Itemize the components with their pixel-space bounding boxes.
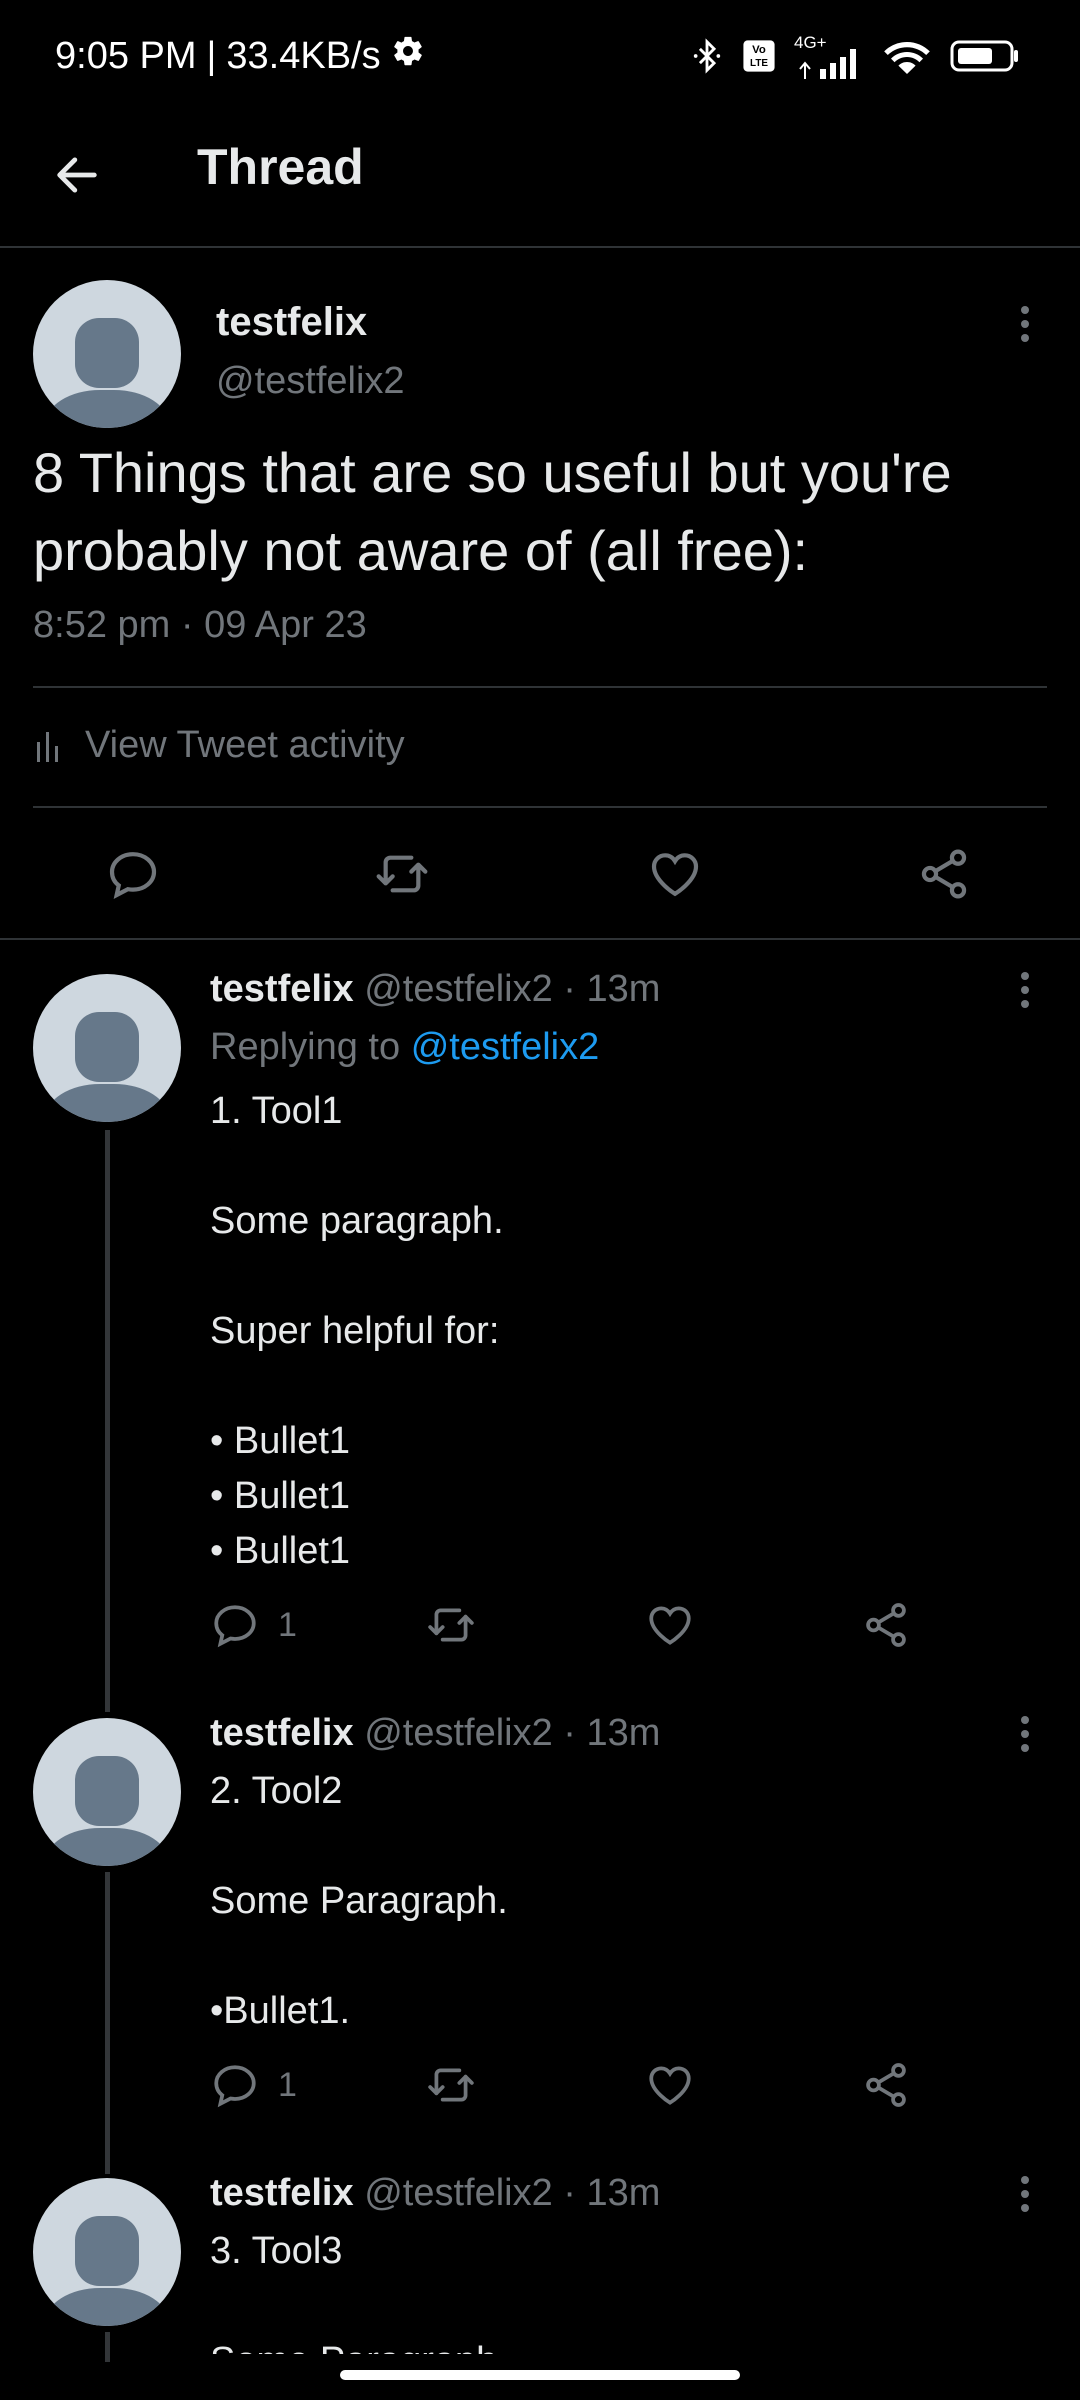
default-profile-icon bbox=[45, 318, 169, 428]
more-vertical-icon bbox=[1021, 306, 1029, 342]
tweet-time: · 13m bbox=[563, 1712, 661, 1754]
share-button[interactable] bbox=[916, 846, 972, 902]
thread-connector bbox=[105, 1130, 110, 1712]
reply-meta: testfelix @testfelix2 · 13m bbox=[210, 2172, 660, 2215]
analytics-icon bbox=[37, 731, 58, 762]
reply-count: 1 bbox=[278, 1605, 297, 1644]
battery-icon bbox=[950, 38, 1020, 79]
reply-icon bbox=[214, 1605, 256, 1648]
divider bbox=[33, 686, 1047, 688]
share-button[interactable] bbox=[861, 2060, 911, 2110]
retweet-icon bbox=[428, 2068, 474, 2102]
tweet-text: 8 Things that are so useful but you're p… bbox=[33, 441, 952, 582]
author-handle[interactable]: @testfelix2 bbox=[364, 2172, 553, 2214]
reply-count: 1 bbox=[278, 2065, 297, 2104]
default-profile-icon bbox=[45, 2216, 169, 2326]
retweet-button[interactable] bbox=[424, 1600, 478, 1650]
more-vertical-icon bbox=[1021, 2176, 1029, 2212]
arrow-left-icon bbox=[57, 157, 97, 193]
reply-icon bbox=[109, 852, 157, 899]
heart-icon bbox=[649, 2066, 691, 2105]
status-right: Vo LTE 4G+ bbox=[690, 33, 1020, 81]
like-button[interactable] bbox=[647, 846, 703, 902]
author-name[interactable]: testfelix bbox=[210, 1712, 354, 1754]
svg-text:LTE: LTE bbox=[750, 58, 768, 69]
more-options-button[interactable] bbox=[1005, 1704, 1045, 1764]
reply-meta: testfelix @testfelix2 · 13m bbox=[210, 1712, 660, 1755]
reply-icon bbox=[214, 2065, 256, 2108]
like-button[interactable] bbox=[645, 2060, 695, 2110]
author-name[interactable]: testfelix bbox=[210, 2172, 354, 2214]
replying-to-label: Replying to bbox=[210, 1026, 401, 1068]
status-separator: | bbox=[206, 34, 217, 77]
more-options-button[interactable] bbox=[1005, 2164, 1045, 2224]
like-button[interactable] bbox=[645, 1600, 695, 1650]
thread-header: Thread bbox=[0, 120, 1080, 248]
back-button[interactable] bbox=[44, 142, 110, 208]
bluetooth-icon bbox=[690, 36, 724, 81]
cellular-signal-icon: 4G+ bbox=[794, 33, 864, 81]
share-icon bbox=[866, 2063, 906, 2107]
tweet-text-clip: 3. Tool3 Some Paragraph bbox=[210, 2224, 1030, 2354]
divider bbox=[0, 938, 1080, 940]
status-left: 9:05 PM | 33.4KB/s bbox=[55, 34, 425, 78]
more-options-button[interactable] bbox=[1005, 960, 1045, 1020]
avatar[interactable] bbox=[33, 974, 181, 1122]
tweet-text: 3. Tool3 Some Paragraph bbox=[210, 2230, 497, 2354]
thread-connector bbox=[105, 1872, 110, 2174]
home-indicator[interactable] bbox=[340, 2370, 740, 2380]
more-options-button[interactable] bbox=[1005, 294, 1045, 354]
status-time: 9:05 PM bbox=[55, 34, 197, 77]
view-tweet-activity-button[interactable]: View Tweet activity bbox=[33, 724, 405, 767]
tweet-text: 2. Tool2 Some Paragraph. •Bullet1. bbox=[210, 1770, 508, 2032]
author-handle[interactable]: @testfelix2 bbox=[216, 360, 405, 403]
avatar[interactable] bbox=[33, 1718, 181, 1866]
replying-to: Replying to @testfelix2 bbox=[210, 1026, 599, 1069]
page-title: Thread bbox=[197, 139, 364, 195]
heart-icon bbox=[651, 853, 699, 897]
wifi-icon bbox=[882, 36, 932, 81]
retweet-icon bbox=[376, 855, 428, 893]
settings-gear-icon bbox=[391, 34, 425, 78]
heart-icon bbox=[649, 1606, 691, 1645]
author-handle[interactable]: @testfelix2 bbox=[364, 1712, 553, 1754]
share-icon bbox=[866, 1603, 906, 1647]
share-icon bbox=[921, 849, 967, 899]
status-speed: 33.4KB/s bbox=[226, 34, 381, 77]
share-button[interactable] bbox=[861, 1600, 911, 1650]
retweet-button[interactable] bbox=[372, 846, 432, 902]
author-name[interactable]: testfelix bbox=[210, 968, 354, 1010]
tweet-text: 1. Tool1 Some paragraph. Super helpful f… bbox=[210, 1090, 504, 1572]
view-tweet-activity-label: View Tweet activity bbox=[85, 724, 405, 766]
more-vertical-icon bbox=[1021, 1716, 1029, 1752]
default-profile-icon bbox=[45, 1012, 169, 1122]
avatar[interactable] bbox=[33, 2178, 181, 2326]
thread-connector bbox=[105, 2332, 110, 2362]
more-vertical-icon bbox=[1021, 972, 1029, 1008]
volte-icon: Vo LTE bbox=[742, 39, 776, 78]
divider bbox=[33, 806, 1047, 808]
author-handle[interactable]: @testfelix2 bbox=[364, 968, 553, 1010]
reply-button[interactable] bbox=[105, 846, 161, 902]
default-profile-icon bbox=[45, 1756, 169, 1866]
avatar[interactable] bbox=[33, 280, 181, 428]
reply-button[interactable]: 1 bbox=[210, 2060, 297, 2110]
reply-button[interactable]: 1 bbox=[210, 1600, 297, 1650]
tweet-time: · 13m bbox=[563, 2172, 661, 2214]
tweet-timestamp: 8:52 pm · 09 Apr 23 bbox=[33, 604, 367, 646]
author-name[interactable]: testfelix bbox=[216, 300, 367, 345]
tweet-time: · 13m bbox=[563, 968, 661, 1010]
retweet-button[interactable] bbox=[424, 2060, 478, 2110]
status-bar: 9:05 PM | 33.4KB/s Vo LTE 4G+ bbox=[0, 0, 1080, 120]
replying-to-handle-link[interactable]: @testfelix2 bbox=[411, 1026, 600, 1068]
svg-text:Vo: Vo bbox=[752, 44, 766, 56]
retweet-icon bbox=[428, 1608, 474, 1642]
reply-meta: testfelix @testfelix2 · 13m bbox=[210, 968, 660, 1011]
